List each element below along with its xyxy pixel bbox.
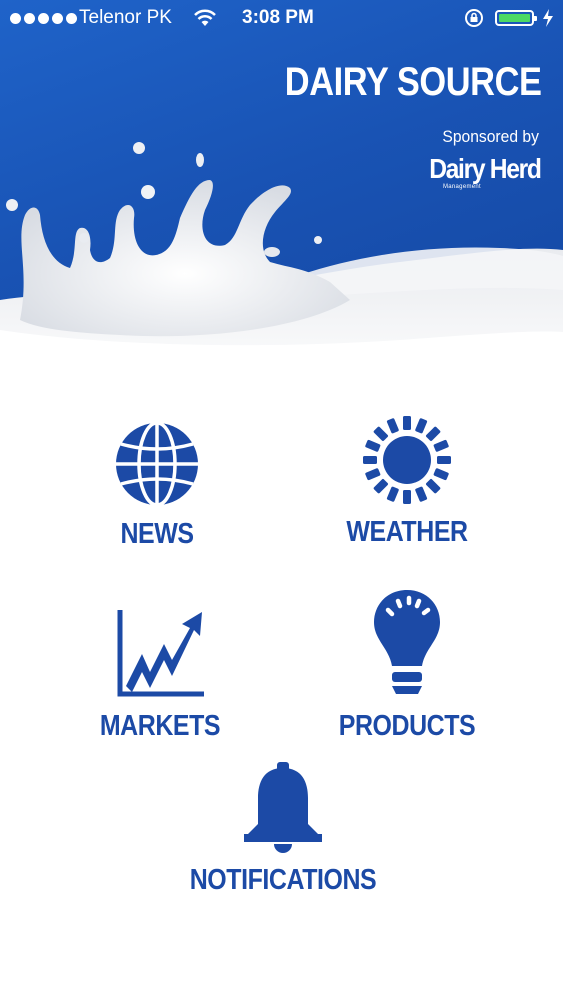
news-label: NEWS xyxy=(120,518,194,550)
notifications-button[interactable]: NOTIFICATIONS xyxy=(163,760,403,897)
carrier-name: Telenor PK xyxy=(79,7,172,28)
signal-strength-icon xyxy=(10,13,77,24)
bell-icon xyxy=(244,762,322,853)
sun-icon xyxy=(363,416,451,504)
sponsor-logo: Dairy Herd xyxy=(429,153,543,184)
clock: 3:08 PM xyxy=(242,7,314,28)
globe-icon xyxy=(116,421,198,507)
markets-label: MARKETS xyxy=(99,710,221,742)
lightbulb-icon xyxy=(374,590,440,694)
charging-bolt-icon xyxy=(543,9,553,27)
battery-icon xyxy=(495,10,537,26)
products-button[interactable]: PRODUCTS xyxy=(307,588,507,743)
wifi-icon xyxy=(194,9,216,26)
header-banner: Telenor PK 3:08 PM DAIRY SOURCE Sponsore… xyxy=(0,0,563,395)
chart-trend-icon xyxy=(117,610,204,697)
notifications-label: NOTIFICATIONS xyxy=(189,864,377,896)
weather-label: WEATHER xyxy=(346,516,468,548)
markets-button[interactable]: MARKETS xyxy=(60,608,260,743)
news-button[interactable]: NEWS xyxy=(57,418,257,551)
status-bar: Telenor PK 3:08 PM xyxy=(0,0,563,38)
app-title: DAIRY SOURCE xyxy=(284,60,541,104)
rotation-lock-icon xyxy=(465,9,483,27)
sponsored-label: Sponsored by xyxy=(442,127,539,146)
weather-button[interactable]: WEATHER xyxy=(307,412,507,549)
sponsor-tagline: Management xyxy=(442,184,481,190)
products-label: PRODUCTS xyxy=(338,710,476,742)
